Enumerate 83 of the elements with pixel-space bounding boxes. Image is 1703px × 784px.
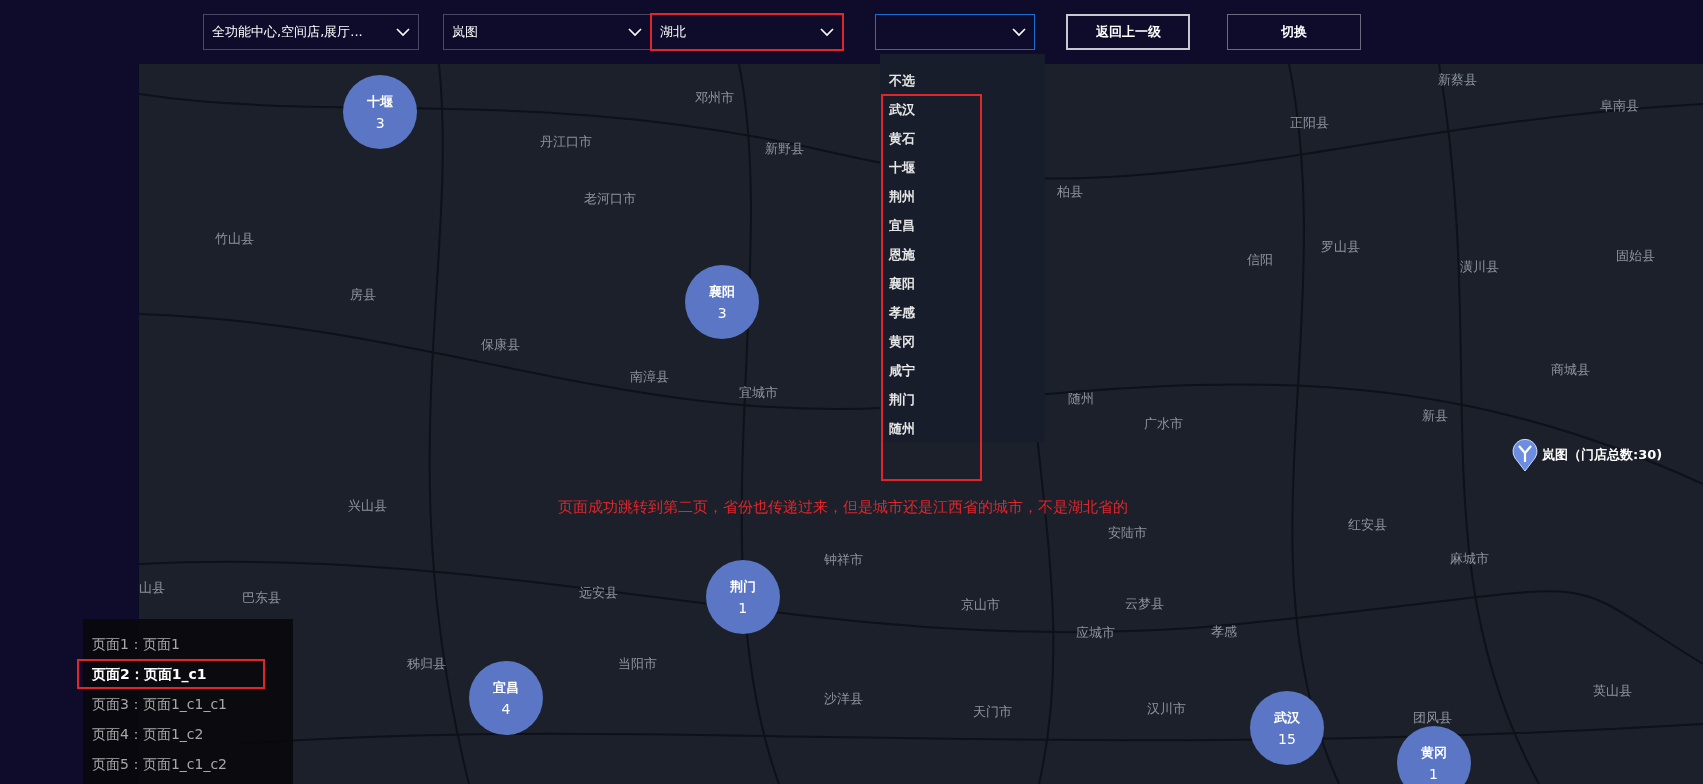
place-label: 兴山县 bbox=[347, 497, 387, 516]
filter-select[interactable] bbox=[875, 14, 1035, 50]
place-label: 邓州市 bbox=[695, 88, 735, 107]
dropdown-option[interactable]: 咸宁 bbox=[880, 356, 1045, 385]
place-label: 山县 bbox=[139, 578, 166, 597]
place-label: 老河口市 bbox=[584, 189, 637, 208]
dropdown-option[interactable]: 黄冈 bbox=[880, 327, 1045, 356]
place-label: 汉川市 bbox=[1146, 700, 1186, 719]
place-label: 宜城市 bbox=[738, 384, 778, 403]
place-label: 柏县 bbox=[1056, 183, 1083, 202]
cluster-count: 1 bbox=[738, 600, 748, 617]
cluster-count: 3 bbox=[717, 304, 727, 321]
annotation-note: 页面成功跳转到第二页，省份也传递过来，但是城市还是江西省的城市，不是湖北省的 bbox=[558, 498, 1128, 517]
place-label: 信阳 bbox=[1246, 250, 1273, 269]
place-label: 新蔡县 bbox=[1437, 71, 1477, 90]
map-pin-icon[interactable] bbox=[1512, 438, 1538, 472]
chevron-down-icon bbox=[628, 27, 642, 37]
place-label: 天门市 bbox=[973, 703, 1013, 722]
place-label: 云梦县 bbox=[1125, 594, 1165, 613]
place-label: 团风县 bbox=[1412, 708, 1452, 727]
chevron-down-icon bbox=[396, 27, 410, 37]
chevron-down-icon bbox=[820, 27, 834, 37]
place-label: 固始县 bbox=[1616, 247, 1655, 266]
place-label: 应城市 bbox=[1076, 624, 1116, 643]
place-label: 红安县 bbox=[1347, 515, 1387, 534]
dropdown-option[interactable]: 襄阳 bbox=[880, 269, 1045, 298]
place-label: 阜南县 bbox=[1599, 97, 1639, 116]
dropdown-option[interactable]: 不选 bbox=[880, 66, 1045, 95]
dropdown-option[interactable]: 武汉 bbox=[880, 95, 1045, 124]
place-label: 商城县 bbox=[1550, 361, 1590, 380]
cluster-name: 襄阳 bbox=[709, 282, 736, 301]
dropdown-option[interactable]: 黄石 bbox=[880, 124, 1045, 153]
place-label: 京山市 bbox=[961, 595, 1001, 614]
place-label: 罗山县 bbox=[1320, 237, 1360, 256]
dropdown-option[interactable]: 恩施 bbox=[880, 240, 1045, 269]
page-item[interactable]: 页面1：页面1 bbox=[83, 629, 293, 659]
place-label: 竹山县 bbox=[215, 229, 255, 248]
page-item[interactable]: 页面4：页面1_c2 bbox=[83, 719, 293, 749]
place-label: 麻城市 bbox=[1449, 550, 1489, 569]
dropdown-option[interactable]: 荆门 bbox=[880, 385, 1045, 414]
dropdown-option[interactable]: 孝感 bbox=[880, 298, 1045, 327]
switch-button[interactable]: 切换 bbox=[1227, 14, 1361, 50]
page-item[interactable]: 页面3：页面1_c1_c1 bbox=[83, 689, 293, 719]
cluster-count: 1 bbox=[1429, 766, 1438, 783]
filter-select[interactable]: 岚图 bbox=[443, 14, 651, 50]
cluster-name: 荆门 bbox=[729, 578, 756, 597]
filter-select[interactable]: 湖北 bbox=[651, 14, 843, 50]
place-label: 巴东县 bbox=[242, 589, 282, 608]
place-label: 正阳县 bbox=[1290, 113, 1330, 132]
place-label: 新县 bbox=[1421, 406, 1448, 425]
dropdown-option[interactable]: 荆州 bbox=[880, 182, 1045, 211]
place-label: 潢川县 bbox=[1459, 258, 1499, 277]
cluster-name: 十堰 bbox=[367, 92, 394, 111]
marker-label: 岚图（门店总数:30) bbox=[1542, 446, 1663, 464]
page-item[interactable]: 页面2：页面1_c1 bbox=[77, 659, 265, 689]
place-label: 丹江口市 bbox=[539, 133, 592, 152]
cluster-count: 3 bbox=[375, 114, 385, 131]
cluster-name: 宜昌 bbox=[493, 679, 520, 698]
place-label: 孝感 bbox=[1210, 623, 1237, 642]
place-label: 随州 bbox=[1067, 389, 1094, 408]
back-button[interactable]: 返回上一级 bbox=[1066, 14, 1190, 50]
cluster-name: 武汉 bbox=[1273, 708, 1300, 727]
place-label: 沙洋县 bbox=[824, 690, 864, 709]
place-label: 秭归县 bbox=[407, 654, 447, 673]
place-label: 安陆市 bbox=[1107, 524, 1147, 543]
place-label: 房县 bbox=[349, 286, 376, 305]
cluster-count: 4 bbox=[501, 701, 511, 718]
place-label: 当阳市 bbox=[617, 654, 657, 673]
dropdown-option[interactable]: 十堰 bbox=[880, 153, 1045, 182]
place-label: 钟祥市 bbox=[824, 551, 864, 570]
dropdown-option[interactable]: 宜昌 bbox=[880, 211, 1045, 240]
place-label: 保康县 bbox=[481, 336, 521, 355]
page-item[interactable]: 页面5：页面1_c1_c2 bbox=[83, 749, 293, 779]
cluster-name: 黄冈 bbox=[1420, 744, 1447, 763]
place-label: 英山县 bbox=[1593, 681, 1633, 700]
place-label: 广水市 bbox=[1143, 414, 1183, 433]
cluster-count: 15 bbox=[1278, 730, 1296, 747]
place-label: 南漳县 bbox=[629, 367, 669, 386]
dropdown-option[interactable]: 随州 bbox=[880, 414, 1045, 443]
place-label: 远安县 bbox=[578, 583, 618, 602]
filter-select[interactable]: 全功能中心,空间店,展厅... bbox=[203, 14, 419, 50]
place-label: 新野县 bbox=[764, 139, 804, 158]
chevron-down-icon bbox=[1012, 27, 1026, 37]
